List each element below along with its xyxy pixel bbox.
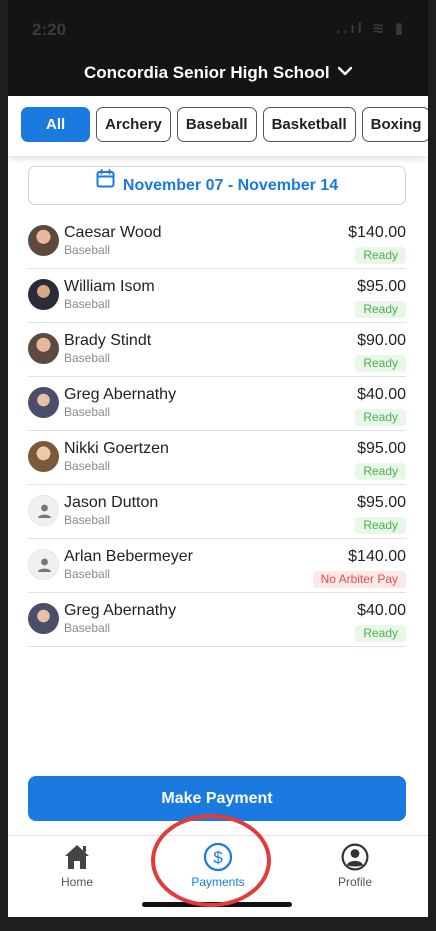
sport-filter-bar[interactable]: All Archery Baseball Basketball Boxing [8,96,428,156]
status-icons: ..ıl ≋ ▮ [336,20,406,37]
official-name: Arlan Bebermeyer [64,548,193,565]
avatar [28,441,59,472]
date-range-picker[interactable]: November 07 - November 14 [28,166,406,205]
calendar-icon [96,165,115,202]
sport-label: Baseball [64,297,111,311]
tab-home[interactable]: Home [22,842,132,889]
status-badge: Ready [355,301,406,318]
payment-amount: $140.00 [348,548,406,565]
filter-chip-baseball[interactable]: Baseball [176,107,257,142]
status-badge: No Arbiter Pay [312,571,406,588]
payment-row[interactable]: Arlan Bebermeyer Baseball $140.00 No Arb… [28,539,406,593]
sport-label: Baseball [64,405,111,419]
payment-amount: $95.00 [357,494,406,511]
status-badge: Ready [355,247,406,264]
filter-chip-all[interactable]: All [21,107,91,142]
avatar [28,225,59,256]
official-name: Caesar Wood [64,224,162,241]
payment-row[interactable]: Nikki Goertzen Baseball $95.00 Ready [28,431,406,485]
filter-chip-boxing[interactable]: Boxing [361,107,428,142]
default-person-icon [28,549,59,580]
school-title: Concordia Senior High School [83,63,330,82]
home-icon [65,845,89,869]
avatar [28,387,59,418]
filter-chip-archery[interactable]: Archery [96,107,171,142]
payment-amount: $95.00 [357,440,406,457]
payment-list: Caesar Wood Baseball $140.00 Ready Willi… [28,215,406,647]
avatar [28,603,59,634]
payment-row[interactable]: William Isom Baseball $95.00 Ready [28,269,406,323]
status-bar: 2:20 ..ıl ≋ ▮ [8,0,428,50]
payment-row[interactable]: Jason Dutton Baseball $95.00 Ready [28,485,406,539]
official-name: Jason Dutton [64,494,159,511]
payment-row[interactable]: Brady Stindt Baseball $90.00 Ready [28,323,406,377]
tab-profile[interactable]: Profile [300,842,410,889]
tab-profile-label: Profile [337,875,372,889]
status-time: 2:20 [32,20,67,39]
official-name: William Isom [64,278,155,295]
payment-row[interactable]: Greg Abernathy Baseball $40.00 Ready [28,593,406,647]
official-name: Greg Abernathy [64,386,177,403]
payment-amount: $95.00 [357,278,406,295]
sport-label: Baseball [64,243,111,257]
sport-label: Baseball [64,621,111,635]
sport-label: Baseball [64,351,111,365]
avatar [28,279,59,310]
date-range-label: November 07 - November 14 [122,177,339,194]
avatar [28,333,59,364]
tab-home-label: Home [60,875,93,889]
filter-chip-basketball[interactable]: Basketball [262,107,356,142]
status-badge: Ready [355,625,406,642]
status-badge: Ready [355,463,406,480]
highlight-circle [151,814,271,907]
sport-label: Baseball [64,567,111,581]
status-badge: Ready [355,355,406,372]
status-badge: Ready [355,409,406,426]
payment-row[interactable]: Greg Abernathy Baseball $40.00 Ready [28,377,406,431]
payment-amount: $40.00 [357,602,406,619]
phone-screen: 2:20 ..ıl ≋ ▮ Concordia Senior High Scho… [8,0,428,917]
school-selector[interactable]: Concordia Senior High School [8,50,428,96]
sport-label: Baseball [64,513,111,527]
official-name: Greg Abernathy [64,602,177,619]
payment-row[interactable]: Caesar Wood Baseball $140.00 Ready [28,215,406,269]
default-person-icon [28,495,59,526]
sport-label: Baseball [64,459,111,473]
payment-amount: $90.00 [357,332,406,349]
profile-icon [341,843,369,871]
payment-amount: $40.00 [357,386,406,403]
official-name: Nikki Goertzen [64,440,169,457]
payment-amount: $140.00 [348,224,406,241]
status-badge: Ready [355,517,406,534]
official-name: Brady Stindt [64,332,152,349]
chevron-down-icon [337,63,353,81]
